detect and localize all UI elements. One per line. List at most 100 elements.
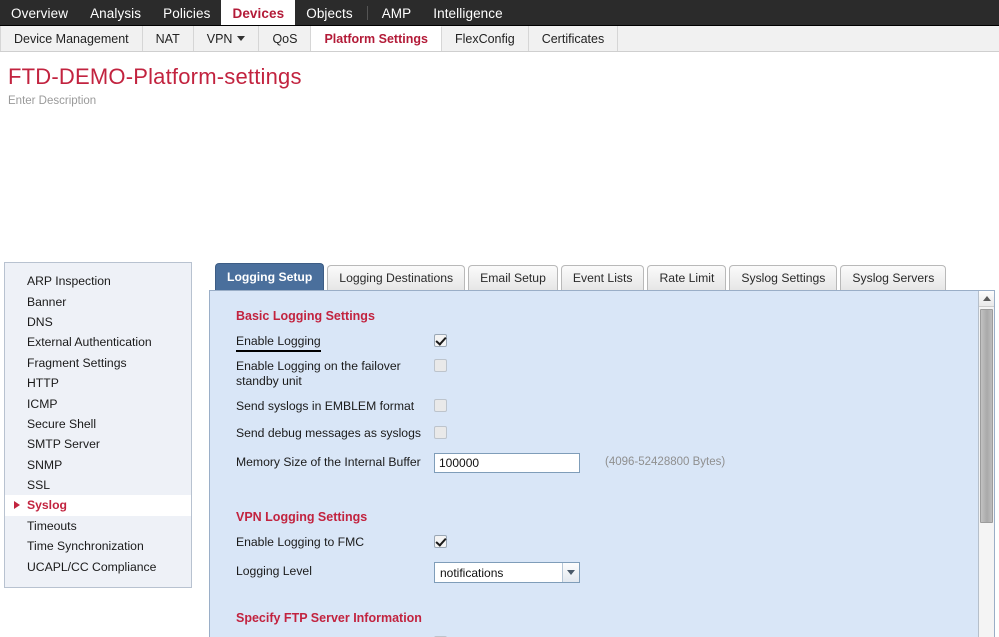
sidebar-item-ucapl-cc-compliance[interactable]: UCAPL/CC Compliance bbox=[5, 556, 191, 576]
sidebar-item-dns[interactable]: DNS bbox=[5, 312, 191, 332]
subnav-item-device-management[interactable]: Device Management bbox=[0, 26, 143, 51]
sidebar-item-label: Timeouts bbox=[27, 519, 77, 533]
logging-setup-form: Basic Logging Settings Enable Logging En… bbox=[210, 291, 977, 637]
tab-email-setup[interactable]: Email Setup bbox=[468, 265, 558, 290]
triangle-up-icon bbox=[983, 296, 991, 301]
logging-level-select[interactable]: notifications bbox=[434, 562, 580, 583]
sidebar-item-smtp-server[interactable]: SMTP Server bbox=[5, 434, 191, 454]
page-header: FTD-DEMO-Platform-settings Enter Descrip… bbox=[0, 52, 999, 110]
failover-logging-label: Enable Logging on the failover standby u… bbox=[236, 357, 434, 389]
sidebar-item-label: UCAPL/CC Compliance bbox=[27, 560, 156, 574]
logging-level-value: notifications bbox=[435, 566, 562, 580]
sidebar-item-label: Banner bbox=[27, 295, 66, 309]
subnav-item-qos[interactable]: QoS bbox=[259, 26, 311, 51]
debug-syslogs-checkbox[interactable] bbox=[434, 426, 447, 439]
subnav-item-certificates[interactable]: Certificates bbox=[529, 26, 619, 51]
field-row-buffer-size: Memory Size of the Internal Buffer (4096… bbox=[236, 453, 977, 474]
enable-logging-label: Enable Logging bbox=[236, 332, 321, 352]
nav-item-intelligence[interactable]: Intelligence bbox=[422, 0, 514, 26]
tab-rate-limit[interactable]: Rate Limit bbox=[647, 265, 726, 290]
tab-logging-destinations[interactable]: Logging Destinations bbox=[327, 265, 465, 290]
sidebar-item-timeouts[interactable]: Timeouts bbox=[5, 516, 191, 536]
settings-sidebar: ARP Inspection Banner DNS External Authe… bbox=[4, 262, 192, 588]
field-row-enable-logging-fmc: Enable Logging to FMC bbox=[236, 533, 977, 554]
subnav-label: Device Management bbox=[14, 32, 129, 46]
subnav-item-vpn[interactable]: VPN bbox=[194, 26, 260, 51]
logging-level-label: Logging Level bbox=[236, 562, 434, 579]
sidebar-item-icmp[interactable]: ICMP bbox=[5, 393, 191, 413]
sidebar-item-label: ARP Inspection bbox=[27, 274, 111, 288]
sidebar-item-snmp[interactable]: SNMP bbox=[5, 455, 191, 475]
subnav-label: Platform Settings bbox=[324, 32, 428, 46]
body-area: ARP Inspection Banner DNS External Authe… bbox=[0, 110, 999, 637]
field-row-debug-syslogs: Send debug messages as syslogs bbox=[236, 424, 977, 445]
page-description[interactable]: Enter Description bbox=[8, 95, 999, 107]
failover-logging-checkbox[interactable] bbox=[434, 359, 447, 372]
nav-item-amp[interactable]: AMP bbox=[371, 0, 423, 26]
subnav-item-platform-settings[interactable]: Platform Settings bbox=[311, 26, 442, 51]
sidebar-item-label: Fragment Settings bbox=[27, 356, 127, 370]
sidebar-item-fragment-settings[interactable]: Fragment Settings bbox=[5, 353, 191, 373]
field-row-failover-logging: Enable Logging on the failover standby u… bbox=[236, 357, 977, 389]
subnav-label: QoS bbox=[272, 32, 297, 46]
section-title-vpn-logging: VPN Logging Settings bbox=[236, 510, 977, 524]
enable-logging-fmc-checkbox[interactable] bbox=[434, 535, 447, 548]
primary-navigation-bar: Overview Analysis Policies Devices Objec… bbox=[0, 0, 999, 26]
subnav-item-nat[interactable]: NAT bbox=[143, 26, 194, 51]
tab-syslog-settings[interactable]: Syslog Settings bbox=[729, 265, 837, 290]
enable-logging-checkbox[interactable] bbox=[434, 334, 447, 347]
field-row-logging-level: Logging Level notifications bbox=[236, 562, 977, 583]
nav-item-overview[interactable]: Overview bbox=[0, 0, 79, 26]
sidebar-item-banner[interactable]: Banner bbox=[5, 291, 191, 311]
section-title-ftp-server: Specify FTP Server Information bbox=[236, 611, 977, 625]
nav-item-objects[interactable]: Objects bbox=[295, 0, 363, 26]
sidebar-item-time-synchronization[interactable]: Time Synchronization bbox=[5, 536, 191, 556]
emblem-format-label: Send syslogs in EMBLEM format bbox=[236, 397, 434, 414]
buffer-size-hint: (4096-52428800 Bytes) bbox=[605, 453, 725, 468]
sidebar-item-label: Syslog bbox=[27, 498, 67, 512]
field-row-enable-logging: Enable Logging bbox=[236, 332, 977, 353]
chevron-down-icon[interactable] bbox=[562, 563, 579, 582]
secondary-navigation-bar: Device Management NAT VPN QoS Platform S… bbox=[0, 26, 999, 52]
nav-item-policies[interactable]: Policies bbox=[152, 0, 221, 26]
field-row-emblem-format: Send syslogs in EMBLEM format bbox=[236, 397, 977, 418]
sidebar-item-arp-inspection[interactable]: ARP Inspection bbox=[5, 271, 191, 291]
sidebar-item-external-authentication[interactable]: External Authentication bbox=[5, 332, 191, 352]
sidebar-item-label: ICMP bbox=[27, 397, 57, 411]
enable-logging-fmc-label: Enable Logging to FMC bbox=[236, 533, 434, 550]
page-title: FTD-DEMO-Platform-settings bbox=[8, 64, 999, 90]
tab-syslog-servers[interactable]: Syslog Servers bbox=[840, 265, 946, 290]
sidebar-item-secure-shell[interactable]: Secure Shell bbox=[5, 414, 191, 434]
subnav-label: Certificates bbox=[542, 32, 605, 46]
sidebar-item-label: DNS bbox=[27, 315, 53, 329]
panel-vertical-scrollbar[interactable] bbox=[978, 291, 994, 637]
emblem-format-checkbox[interactable] bbox=[434, 399, 447, 412]
sidebar-item-http[interactable]: HTTP bbox=[5, 373, 191, 393]
sidebar-item-label: SNMP bbox=[27, 458, 62, 472]
sidebar-item-label: HTTP bbox=[27, 376, 59, 390]
buffer-size-input[interactable] bbox=[434, 453, 580, 473]
sidebar-item-syslog[interactable]: Syslog bbox=[5, 495, 191, 515]
panel-tab-strip: Logging Setup Logging Destinations Email… bbox=[209, 262, 995, 290]
subnav-label: FlexConfig bbox=[455, 32, 515, 46]
tab-event-lists[interactable]: Event Lists bbox=[561, 265, 645, 290]
debug-syslogs-label: Send debug messages as syslogs bbox=[236, 424, 434, 441]
triangle-right-icon bbox=[14, 501, 20, 509]
subnav-label: NAT bbox=[156, 32, 180, 46]
sidebar-item-label: Secure Shell bbox=[27, 417, 96, 431]
subnav-item-flexconfig[interactable]: FlexConfig bbox=[442, 26, 529, 51]
logging-setup-form-container: Basic Logging Settings Enable Logging En… bbox=[209, 290, 995, 637]
scroll-up-button[interactable] bbox=[979, 291, 994, 307]
subnav-label: VPN bbox=[207, 32, 233, 46]
subnav-filler bbox=[618, 26, 999, 51]
sidebar-item-ssl[interactable]: SSL bbox=[5, 475, 191, 495]
enable-logging-label-wrap: Enable Logging bbox=[236, 332, 434, 352]
tab-logging-setup[interactable]: Logging Setup bbox=[215, 263, 324, 290]
sidebar-item-label: External Authentication bbox=[27, 335, 152, 349]
section-title-basic-logging: Basic Logging Settings bbox=[236, 309, 977, 323]
nav-item-devices[interactable]: Devices bbox=[221, 0, 295, 26]
nav-item-analysis[interactable]: Analysis bbox=[79, 0, 152, 26]
buffer-size-label: Memory Size of the Internal Buffer bbox=[236, 453, 434, 470]
sidebar-item-label: SMTP Server bbox=[27, 437, 100, 451]
scrollbar-thumb[interactable] bbox=[980, 309, 993, 523]
